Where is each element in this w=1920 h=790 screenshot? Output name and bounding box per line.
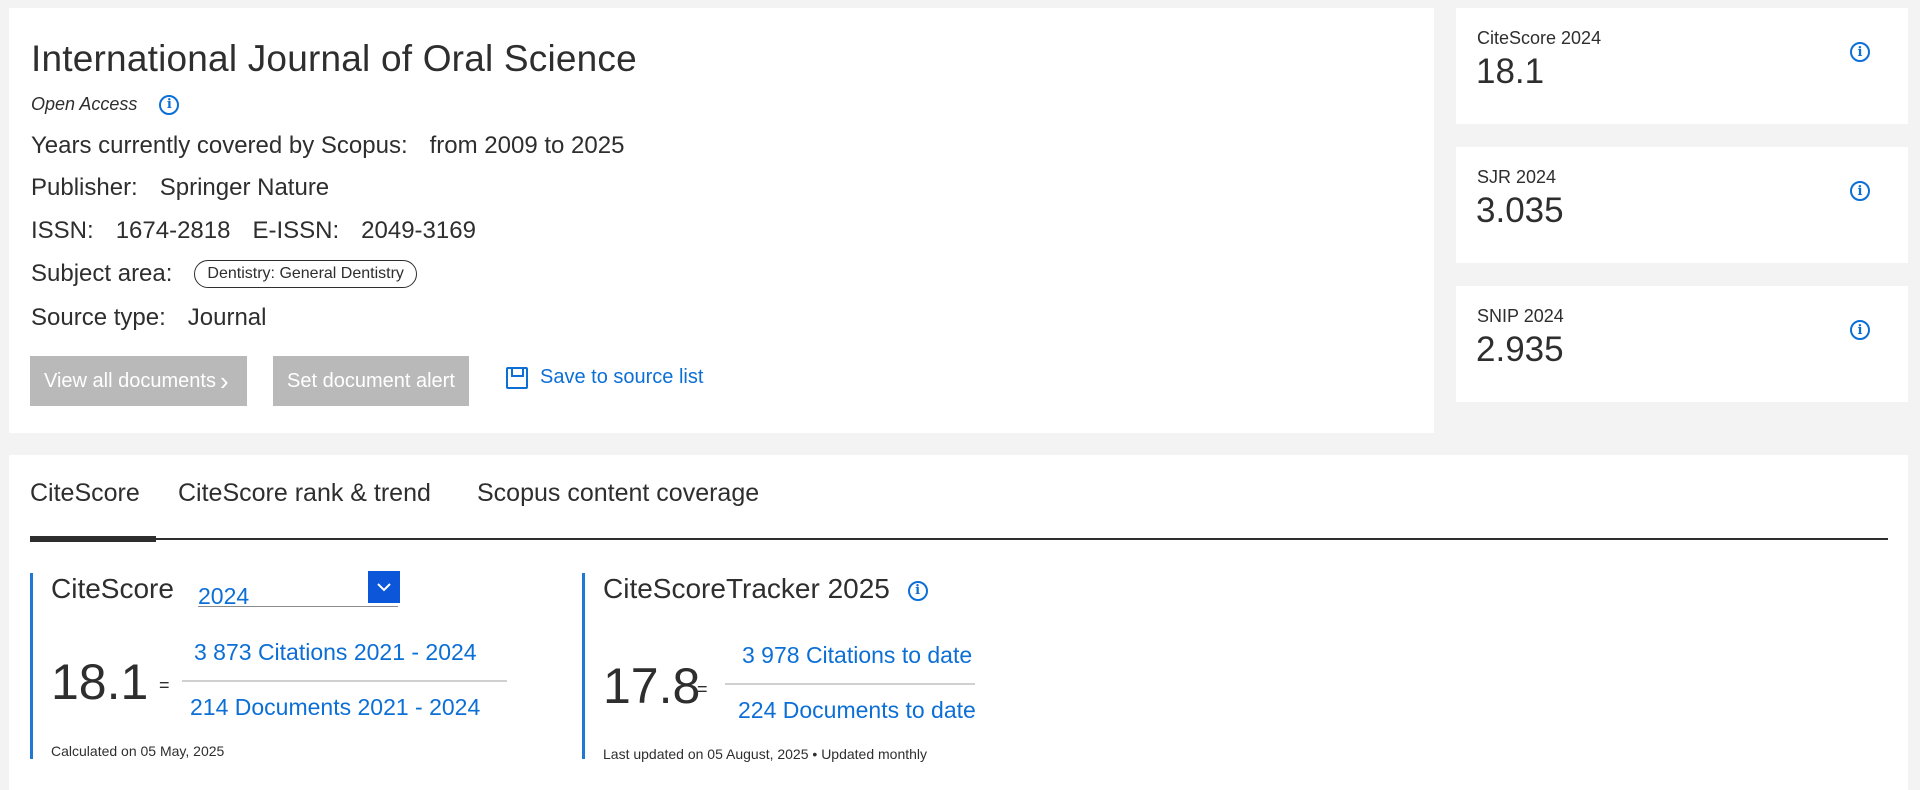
tracker-documents-link[interactable]: 224 Documents to date: [738, 697, 976, 724]
source-type-value: Journal: [187, 304, 267, 331]
years-covered-row: Years currently covered by Scopus: from …: [31, 132, 646, 160]
last-updated-date: Last updated on 05 August, 2025 • Update…: [603, 746, 928, 762]
info-icon[interactable]: i: [1850, 181, 1870, 201]
journal-title: International Journal of Oral Science: [31, 38, 637, 79]
publisher-value: Springer Nature: [159, 174, 330, 201]
source-type-row: Source type: Journal: [31, 304, 288, 332]
metric-label: SJR 2024: [1477, 167, 1557, 187]
metric-value: 18.1: [1476, 52, 1545, 91]
citescore-tracker-title: CiteScoreTracker 2025 i: [603, 573, 928, 605]
chevron-down-icon[interactable]: [368, 571, 400, 603]
metric-label: SNIP 2024: [1477, 306, 1564, 326]
years-covered-value: from 2009 to 2025: [429, 132, 625, 159]
year-select[interactable]: 2024: [198, 571, 400, 609]
metric-label: CiteScore 2024: [1477, 28, 1602, 48]
metric-value: 3.035: [1476, 191, 1564, 230]
citescore-block: CiteScore 2024 18.1 = 3 873 Citations 20…: [30, 571, 510, 759]
fraction-line: [182, 680, 507, 682]
metric-value: 2.935: [1476, 330, 1564, 369]
tracker-citations-link[interactable]: 3 978 Citations to date: [742, 642, 972, 669]
tab-bar: CiteScore CiteScore rank & trend Scopus …: [30, 477, 1888, 542]
citescore-metric-card: CiteScore 2024 18.1 i: [1456, 8, 1908, 124]
publisher-row: Publisher: Springer Nature: [31, 174, 351, 202]
eissn-value: 2049-3169: [361, 217, 476, 244]
documents-link[interactable]: 214 Documents 2021 - 2024: [190, 694, 480, 721]
subject-area-pill[interactable]: Dentistry: General Dentistry: [194, 260, 417, 288]
save-icon: [506, 366, 528, 389]
open-access-label: Open Access: [31, 94, 138, 114]
citescore-panel: CiteScore CiteScore rank & trend Scopus …: [9, 455, 1908, 790]
citescore-value: 18.1: [51, 654, 149, 710]
subject-area-label: Subject area:: [31, 260, 173, 287]
publisher-label: Publisher:: [31, 174, 138, 201]
save-to-source-list-label: Save to source list: [540, 366, 704, 388]
citations-link[interactable]: 3 873 Citations 2021 - 2024: [194, 639, 477, 666]
view-all-documents-button[interactable]: View all documents ›: [30, 356, 247, 406]
year-select-value: 2024: [198, 583, 250, 609]
citescore-title: CiteScore: [51, 573, 174, 604]
source-type-label: Source type:: [31, 304, 166, 331]
fraction-line: [725, 683, 975, 685]
save-to-source-list-link[interactable]: Save to source list: [506, 366, 703, 389]
issn-row: ISSN: 1674-2818 E-ISSN: 2049-3169: [31, 217, 498, 245]
set-document-alert-label: Set document alert: [287, 369, 455, 392]
citescore-tracker-title-text: CiteScoreTracker 2025: [603, 573, 890, 604]
journal-info-card: International Journal of Oral Science Op…: [9, 8, 1434, 433]
issn-label: ISSN:: [31, 217, 94, 244]
chevron-right-icon: ›: [219, 365, 229, 396]
set-document-alert-button[interactable]: Set document alert: [273, 356, 469, 406]
open-access-row: Open Access i: [31, 94, 180, 115]
sjr-metric-card: SJR 2024 3.035 i: [1456, 147, 1908, 263]
tab-scopus-content-coverage[interactable]: Scopus content coverage: [477, 477, 759, 540]
info-icon[interactable]: i: [159, 94, 180, 115]
info-icon[interactable]: i: [907, 580, 928, 601]
citescore-tracker-block: CiteScoreTracker 2025 i 17.8 = 3 978 Cit…: [582, 573, 1082, 762]
equals-sign: =: [697, 679, 708, 699]
info-icon[interactable]: i: [1850, 320, 1870, 340]
tab-citescore-rank-trend[interactable]: CiteScore rank & trend: [178, 477, 431, 540]
tracker-value: 17.8: [603, 658, 701, 714]
view-all-documents-label: View all documents: [44, 369, 216, 392]
equals-sign: =: [159, 675, 170, 695]
snip-metric-card: SNIP 2024 2.935 i: [1456, 286, 1908, 402]
tab-citescore[interactable]: CiteScore: [30, 477, 156, 542]
calculated-date: Calculated on 05 May, 2025: [51, 743, 225, 759]
years-covered-label: Years currently covered by Scopus:: [31, 132, 408, 159]
info-icon[interactable]: i: [1850, 42, 1870, 62]
eissn-label: E-ISSN:: [252, 217, 340, 244]
issn-value: 1674-2818: [115, 217, 231, 244]
subject-area-row: Subject area: Dentistry: General Dentist…: [31, 260, 417, 288]
